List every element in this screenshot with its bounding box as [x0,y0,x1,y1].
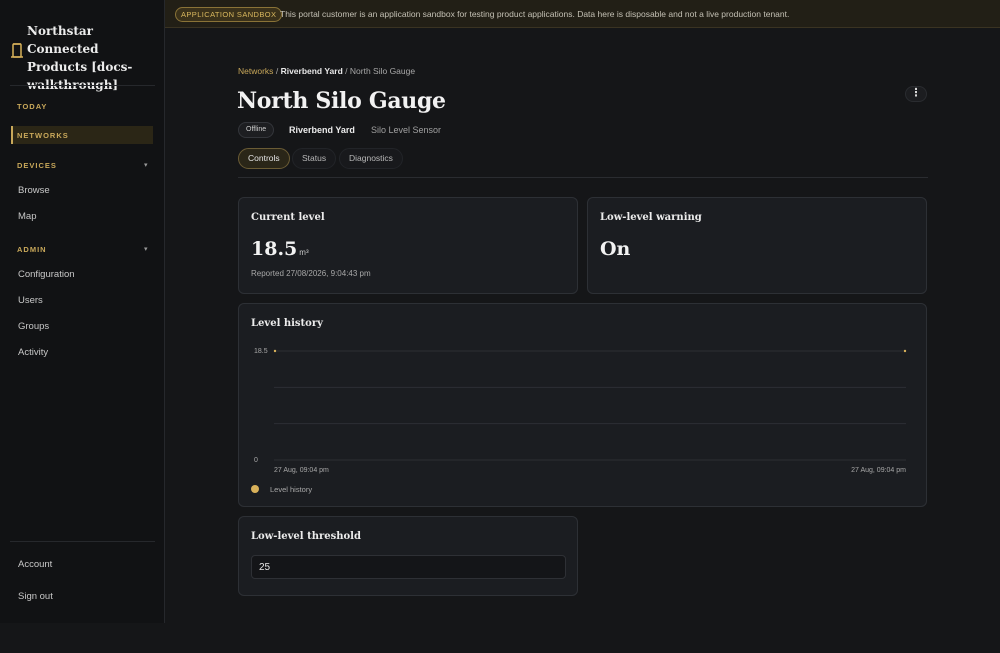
data-point[interactable] [903,349,907,353]
sidebar-item-sign-out[interactable]: Sign out [18,591,53,602]
app-name: Northstar Connected Products [docs-walkt… [27,24,133,92]
legend-label: Level history [270,485,313,494]
reported-timestamp: Reported 27/08/2026, 9:04:43 pm [251,269,371,278]
brand[interactable]: Northstar Connected Products [docs-walkt… [10,22,160,94]
device-type: Silo Level Sensor [371,125,442,135]
breadcrumb: Networks / Riverbend Yard / North Silo G… [238,66,415,76]
level-unit: m³ [299,248,309,257]
card-title: Current level [251,212,325,223]
y-tick-label: 0 [254,457,258,464]
sidebar-item-account[interactable]: Account [18,559,52,570]
level-number: 18.5 [251,238,298,260]
current-level-card: Current level 18.5 m³ Reported 27/08/2026… [238,197,578,294]
sandbox-banner: APPLICATION SANDBOX This portal customer… [165,0,1000,28]
chevron-down-icon[interactable]: ▾ [144,245,148,253]
sidebar-section-admin[interactable]: ADMIN [17,245,47,254]
more-options-icon[interactable]: ⋮ [905,86,927,102]
sidebar-item-map[interactable]: Map [18,211,36,222]
low-level-warning-card: Low-level warning On [587,197,927,294]
silo-logo-icon [10,42,24,65]
level-history-chart: 18.5 0 27 Aug, 09:04 pm 27 Aug, 09:04 pm [254,348,907,474]
warning-value: On [600,238,631,260]
threshold-input[interactable] [251,555,566,579]
sidebar: Northstar Connected Products [docs-walkt… [0,0,165,623]
sidebar-item-networks[interactable]: NETWORKS [11,126,153,144]
sandbox-badge: APPLICATION SANDBOX [175,7,283,22]
threshold-card: Low-level threshold [238,516,578,596]
sidebar-divider [10,541,155,542]
y-tick-label: 18.5 [254,348,268,355]
tabs-divider [238,177,928,178]
data-point[interactable] [273,349,277,353]
tab-controls[interactable]: Controls [238,148,290,169]
breadcrumb-networks-link[interactable]: Networks [238,66,273,76]
card-title: Low-level warning [600,212,702,223]
breadcrumb-yard-link[interactable]: Riverbend Yard [281,66,343,76]
sidebar-item-today[interactable]: TODAY [17,102,47,111]
level-history-card: Level history 18.5 0 27 Aug, 09:04 pm 27 Au… [238,303,927,507]
sidebar-item-groups[interactable]: Groups [18,321,49,332]
chevron-down-icon[interactable]: ▾ [144,161,148,169]
x-tick-label: 27 Aug, 09:04 pm [851,467,906,474]
sidebar-item-users[interactable]: Users [18,295,43,306]
breadcrumb-separator: / [345,66,348,76]
breadcrumb-current: North Silo Gauge [349,66,416,76]
page-title: North Silo Gauge [237,88,446,114]
x-tick-label: 27 Aug, 09:04 pm [274,467,329,474]
device-yard[interactable]: Riverbend Yard [289,125,355,135]
sidebar-section-devices[interactable]: DEVICES [17,161,57,170]
sidebar-item-configuration[interactable]: Configuration [18,269,75,280]
sidebar-item-label: NETWORKS [17,131,69,140]
breadcrumb-separator: / [275,66,279,76]
current-level-value: 18.5 m³ [251,238,309,260]
sidebar-item-browse[interactable]: Browse [18,185,50,196]
legend-swatch [251,485,259,493]
card-title: Low-level threshold [251,531,361,542]
tab-diagnostics[interactable]: Diagnostics [339,148,403,169]
sidebar-divider [10,85,155,86]
sidebar-item-activity[interactable]: Activity [18,347,48,358]
banner-text: This portal customer is an application s… [280,9,790,19]
tab-status[interactable]: Status [292,148,337,169]
status-badge: Offline [238,122,275,138]
